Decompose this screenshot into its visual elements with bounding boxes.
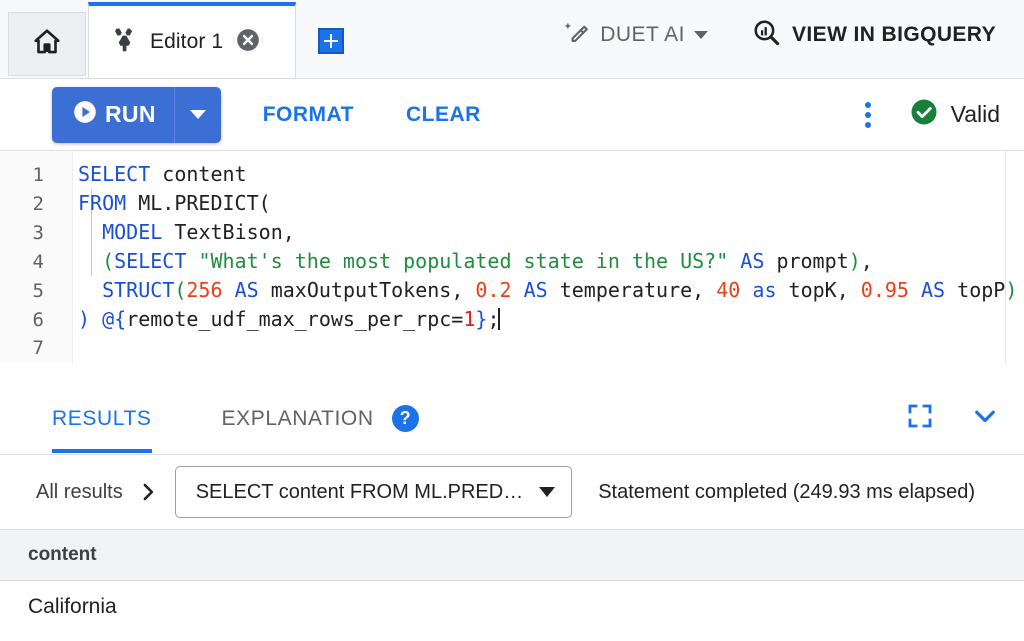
code-line[interactable]: 2 FROM ML.PREDICT(	[0, 189, 1024, 218]
add-tab-button[interactable]	[318, 28, 344, 54]
top-tab-bar: Editor 1 DUET AI VIEW IN BIGQUERY	[0, 0, 1024, 79]
code-line[interactable]: 6 ) @{remote_udf_max_rows_per_rpc=1};	[0, 305, 1024, 334]
code-line[interactable]: 7	[0, 334, 1024, 363]
code-line-text: SELECT content	[78, 162, 247, 186]
chevron-down-icon	[694, 31, 709, 39]
close-circle-icon[interactable]	[235, 27, 261, 58]
duet-ai-menu[interactable]: DUET AI	[563, 19, 709, 52]
table-header-row: content	[0, 529, 1024, 581]
format-button[interactable]: FORMAT	[249, 93, 368, 137]
view-in-bigquery-button[interactable]: VIEW IN BIGQUERY	[752, 18, 996, 52]
code-line[interactable]: 5 STRUCT(256 AS maxOutputTokens, 0.2 AS …	[0, 276, 1024, 305]
home-icon	[32, 27, 62, 62]
chevron-right-icon	[137, 481, 159, 503]
validity-label: Valid	[950, 101, 1000, 127]
code-line[interactable]: 4 (SELECT "What's the most populated sta…	[0, 247, 1024, 276]
play-circle-icon	[72, 99, 98, 130]
breadcrumb-all-results[interactable]: All results	[36, 481, 123, 504]
code-line-text: STRUCT(256 AS maxOutputTokens, 0.2 AS te…	[102, 278, 1018, 302]
code-line[interactable]: 3 MODEL TextBison,	[0, 218, 1024, 247]
run-button-label: RUN	[105, 101, 156, 127]
tab-bar-actions: DUET AI VIEW IN BIGQUERY	[563, 18, 1024, 78]
editor-code-area[interactable]: 1 SELECT content 2 FROM ML.PREDICT( 3 MODEL …	[0, 151, 1024, 363]
table-row[interactable]: California	[0, 581, 1024, 634]
view-in-bigquery-label: VIEW IN BIGQUERY	[792, 23, 996, 46]
run-button-group[interactable]: RUN	[52, 86, 221, 143]
statement-status: Statement completed (249.93 ms elapsed)	[598, 480, 976, 503]
help-icon[interactable]: ?	[391, 405, 419, 432]
collapse-results-chevron-down-icon[interactable]	[970, 401, 1000, 436]
bigquery-search-icon	[752, 18, 781, 52]
results-table-body: California	[0, 581, 1024, 634]
results-pane: RESULTS EXPLANATION ? All results SELECT	[0, 383, 1024, 633]
kebab-menu-icon[interactable]	[861, 98, 875, 132]
query-toolbar: RUN FORMAT CLEAR Valid	[0, 79, 1024, 151]
line-number: 1	[32, 164, 44, 186]
results-table-head: content	[0, 529, 1024, 581]
duet-ai-label: DUET AI	[600, 23, 686, 46]
magic-wand-icon	[563, 19, 591, 52]
code-line[interactable]: 1 SELECT content	[0, 160, 1024, 189]
check-circle-icon	[909, 97, 939, 132]
home-button[interactable]	[8, 12, 86, 76]
wrench-tool-icon	[111, 26, 138, 58]
toolbar-right-group: Valid	[861, 97, 1000, 132]
line-number: 5	[32, 280, 44, 302]
line-number: 2	[32, 193, 44, 215]
results-tab-bar: RESULTS EXPLANATION ?	[0, 383, 1024, 455]
tab-results[interactable]: RESULTS	[52, 385, 152, 453]
statement-select[interactable]: SELECT content FROM ML.PRED…	[174, 466, 573, 518]
run-button[interactable]: RUN	[52, 86, 175, 143]
code-line-text: FROM ML.PREDICT(	[78, 191, 271, 215]
chevron-down-icon	[539, 487, 556, 497]
chevron-down-icon	[189, 110, 206, 119]
line-number: 3	[32, 222, 44, 244]
fullscreen-icon[interactable]	[906, 402, 934, 435]
run-options-dropdown[interactable]	[175, 87, 221, 143]
sql-editor[interactable]: 1 SELECT content 2 FROM ML.PREDICT( 3 MODEL …	[0, 151, 1024, 383]
line-number: 6	[32, 309, 44, 331]
tab-editor-1[interactable]: Editor 1	[88, 2, 296, 78]
code-line-text: MODEL TextBison,	[102, 220, 295, 244]
code-line-text: (SELECT "What's the most populated state…	[102, 249, 873, 273]
results-table: content California	[0, 529, 1024, 633]
tab-editor-1-label: Editor 1	[150, 30, 224, 53]
table-cell: California	[28, 595, 117, 618]
validity-status: Valid	[909, 97, 1000, 132]
clear-button[interactable]: CLEAR	[392, 93, 495, 137]
results-tab-actions	[906, 401, 1000, 436]
text-cursor	[498, 308, 501, 330]
tab-explanation[interactable]: EXPLANATION	[222, 385, 374, 453]
code-line-text: ) @{remote_udf_max_rows_per_rpc=1};	[78, 307, 501, 331]
results-controls: All results SELECT content FROM ML.PRED……	[0, 455, 1024, 529]
line-number: 7	[32, 337, 44, 359]
line-number: 4	[32, 251, 44, 273]
column-header-content[interactable]: content	[0, 529, 1024, 581]
statement-select-value: SELECT content FROM ML.PRED…	[195, 480, 524, 503]
